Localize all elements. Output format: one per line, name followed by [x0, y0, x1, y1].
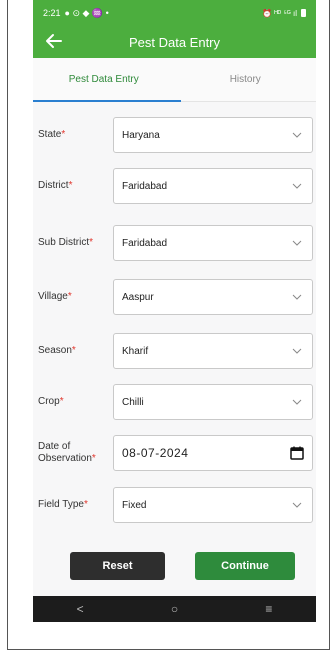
tab-pest-data-entry[interactable]: Pest Data Entry — [33, 58, 175, 101]
nav-home-icon[interactable]: ○ — [171, 602, 178, 616]
status-left: 2:21 ● ⊙ ◆ ♒ • — [43, 8, 109, 19]
state-select[interactable]: Haryana — [113, 117, 313, 153]
continue-button[interactable]: Continue — [195, 552, 295, 580]
chevron-down-icon — [292, 348, 302, 354]
crop-row: Crop* Chilli — [33, 384, 316, 420]
date-value: 08-07-2024 — [122, 446, 189, 460]
sub-district-value: Faridabad — [122, 237, 168, 249]
nav-recents-icon[interactable]: ≡ — [265, 602, 272, 616]
arrow-left-icon[interactable] — [44, 31, 64, 51]
phone-screen: 2:21 ● ⊙ ◆ ♒ • ⏰ ᴴᴰ ⁵ᴳ ıl Pest Data Entr… — [33, 0, 316, 622]
chevron-down-icon — [292, 183, 302, 189]
chevron-down-icon — [292, 399, 302, 405]
status-right: ⏰ ᴴᴰ ⁵ᴳ ıl — [262, 9, 306, 18]
state-label: State* — [38, 129, 66, 140]
nav-back-icon[interactable]: < — [77, 602, 84, 616]
field-type-label: Field Type* — [38, 499, 88, 510]
tab-bar: Pest Data Entry History — [33, 58, 316, 102]
district-select[interactable]: Faridabad — [113, 168, 313, 204]
date-input[interactable]: 08-07-2024 — [113, 435, 313, 471]
season-row: Season* Kharif — [33, 333, 316, 369]
calendar-icon[interactable] — [290, 446, 304, 460]
active-tab-indicator — [33, 100, 181, 102]
crop-select[interactable]: Chilli — [113, 384, 313, 420]
chevron-down-icon — [292, 502, 302, 508]
village-row: Village* Aaspur — [33, 279, 316, 315]
page-title: Pest Data Entry — [128, 34, 221, 50]
status-time: 2:21 — [43, 8, 61, 18]
sub-district-row: Sub District* Faridabad — [33, 225, 316, 261]
state-value: Haryana — [122, 129, 160, 141]
district-row: District* Faridabad — [33, 168, 316, 204]
state-row: State* Haryana — [33, 117, 316, 153]
district-label: District* — [38, 180, 73, 191]
date-row: Date of Observation* 08-07-2024 — [33, 435, 316, 471]
tab-history[interactable]: History — [175, 58, 317, 101]
reset-button[interactable]: Reset — [70, 552, 165, 580]
sub-district-label: Sub District* — [38, 237, 94, 248]
date-label: Date of Observation* — [38, 441, 96, 464]
status-bar: 2:21 ● ⊙ ◆ ♒ • ⏰ ᴴᴰ ⁵ᴳ ıl — [33, 0, 316, 26]
field-type-select[interactable]: Fixed — [113, 487, 313, 523]
system-nav-bar: < ○ ≡ — [33, 596, 316, 622]
battery-icon — [301, 9, 306, 17]
field-type-row: Field Type* Fixed — [33, 487, 316, 523]
village-select[interactable]: Aaspur — [113, 279, 313, 315]
crop-value: Chilli — [122, 396, 144, 408]
app-bar: Pest Data Entry — [33, 26, 316, 58]
sub-district-select[interactable]: Faridabad — [113, 225, 313, 261]
notification-icons: ● ⊙ ◆ ♒ • — [64, 7, 109, 18]
season-select[interactable]: Kharif — [113, 333, 313, 369]
season-value: Kharif — [122, 345, 149, 357]
chevron-down-icon — [292, 240, 302, 246]
signal-icons: ⏰ ᴴᴰ ⁵ᴳ ıl — [262, 8, 297, 18]
chevron-down-icon — [292, 132, 302, 138]
village-label: Village* — [38, 291, 72, 302]
district-value: Faridabad — [122, 180, 168, 192]
chevron-down-icon — [292, 294, 302, 300]
season-label: Season* — [38, 345, 76, 356]
village-value: Aaspur — [122, 291, 154, 303]
field-type-value: Fixed — [122, 499, 147, 511]
crop-label: Crop* — [38, 396, 64, 407]
